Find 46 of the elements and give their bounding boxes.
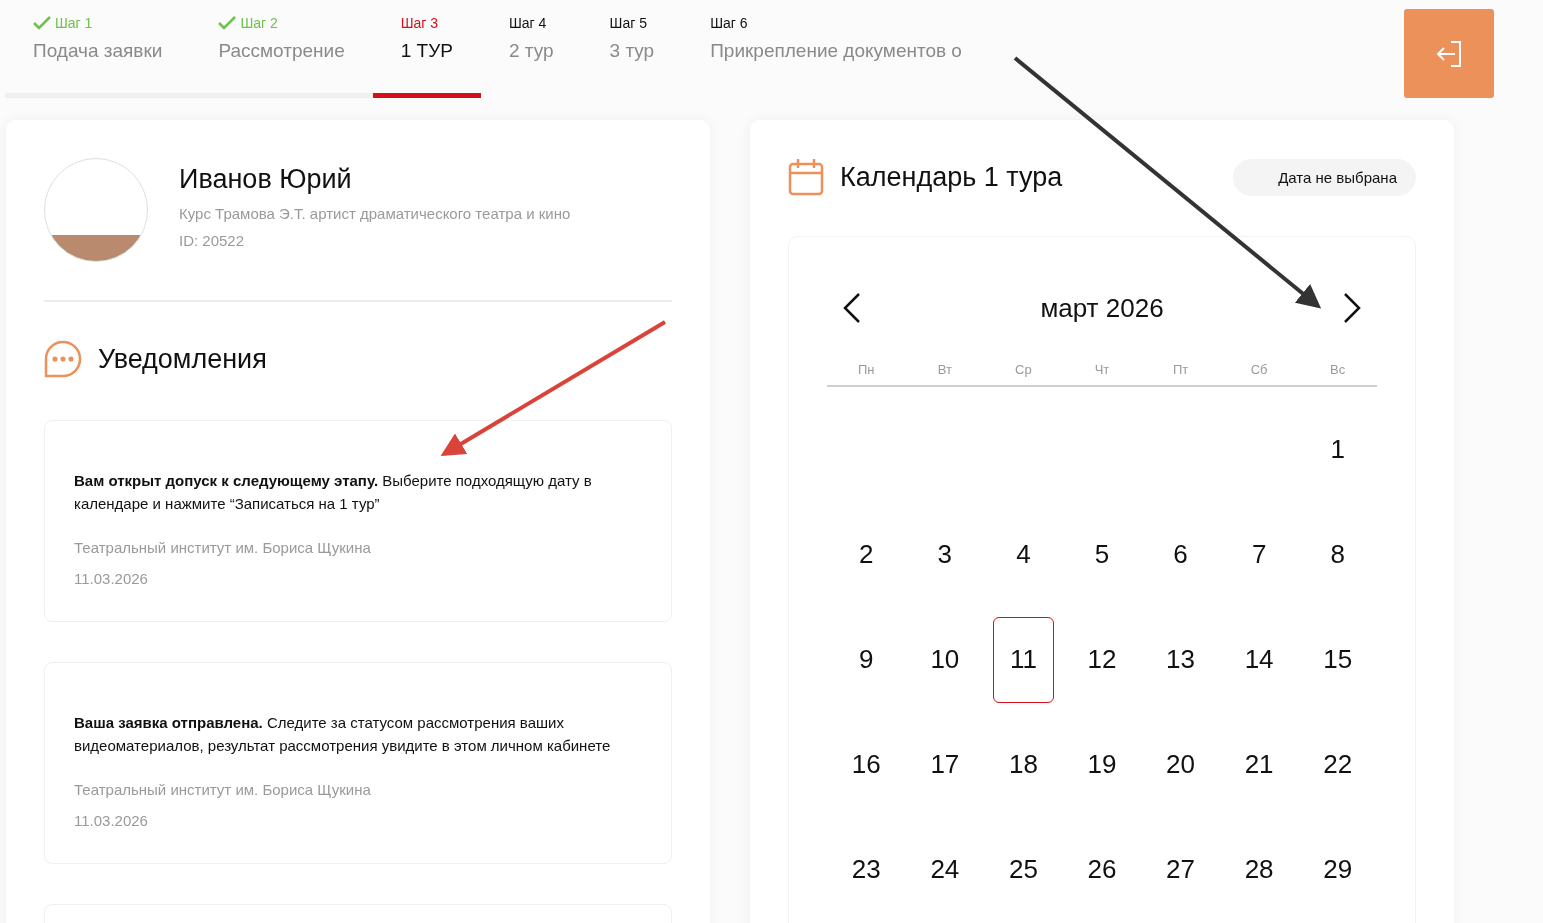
notification-text: Вам открыт допуск к следующему этапу. Выберите подходящую дату в календаре и нажмите “Записаться на 1 тур”	[74, 471, 593, 514]
step-label: Прикрепление документов о	[710, 40, 962, 62]
step-tab[interactable]: Шаг 3 1 ТУР	[372, 0, 481, 98]
step-label: Рассмотрение	[218, 40, 345, 62]
notification-sender: Театральный институт им. Бориса Щукина	[74, 781, 372, 798]
weekday-label: Вт	[937, 362, 952, 377]
step-label: 1 ТУР	[400, 40, 453, 62]
chevron-right-icon	[1342, 292, 1362, 324]
profile-id: ID: 20522	[179, 232, 246, 249]
previous-month-button[interactable]	[842, 292, 862, 324]
step-label: 3 тур	[609, 40, 655, 62]
step-tab[interactable]: Шаг 6 Прикрепление документов о	[682, 0, 990, 98]
check-icon	[33, 16, 51, 30]
chat-bubble-icon	[44, 340, 82, 378]
weekday-label: Вс	[1330, 362, 1346, 377]
step-tab[interactable]: Шаг 5 3 тур	[581, 0, 683, 98]
weekday-label: Пт	[1172, 362, 1189, 377]
date-status: Дата не выбрана	[1233, 158, 1416, 196]
step-number: Шаг 3	[400, 15, 439, 31]
logout-icon	[1434, 38, 1464, 69]
month-label: март 2026	[1040, 292, 1164, 324]
section-title: Уведомления	[98, 343, 267, 375]
profile-course: Курс Трамова Э.Т. артист драматического театра и кино	[179, 205, 571, 222]
step-label: 2 тур	[508, 40, 554, 62]
notification-text: Ваша заявка отправлена. Следите за статусом рассмотрения ваших видеоматериалов, результат рассмотрения увидите в этом личном кабинете	[74, 713, 612, 756]
check-icon	[218, 16, 237, 30]
profile-name: Иванов Юрий	[179, 164, 353, 195]
step-number: Шаг 4	[508, 15, 547, 31]
step-tab[interactable]: Шаг 4 2 тур	[480, 0, 582, 98]
calendar-icon	[788, 158, 824, 196]
step-number: Шаг 6	[710, 15, 748, 31]
step-number: Шаг 2	[240, 15, 278, 31]
weekday-label: Сб	[1250, 362, 1268, 377]
chevron-left-icon	[842, 292, 862, 324]
calendar-day[interactable]: 11	[992, 616, 1054, 703]
next-month-button[interactable]	[1342, 292, 1362, 324]
step-label: Подача заявки	[33, 40, 163, 62]
step-number: Шаг 5	[609, 15, 647, 31]
weekday-label: Ср	[1015, 362, 1032, 377]
weekday-label: Чт	[1094, 362, 1110, 377]
step-number: Шаг 1	[55, 15, 93, 31]
weekday-label: Пн	[858, 362, 875, 377]
calendar-title: Календарь 1 тура	[840, 161, 1063, 193]
notification-date: 11.03.2026	[74, 570, 149, 587]
notification-sender: Театральный институт им. Бориса Щукина	[74, 539, 372, 556]
notification-date: 11.03.2026	[74, 812, 149, 829]
